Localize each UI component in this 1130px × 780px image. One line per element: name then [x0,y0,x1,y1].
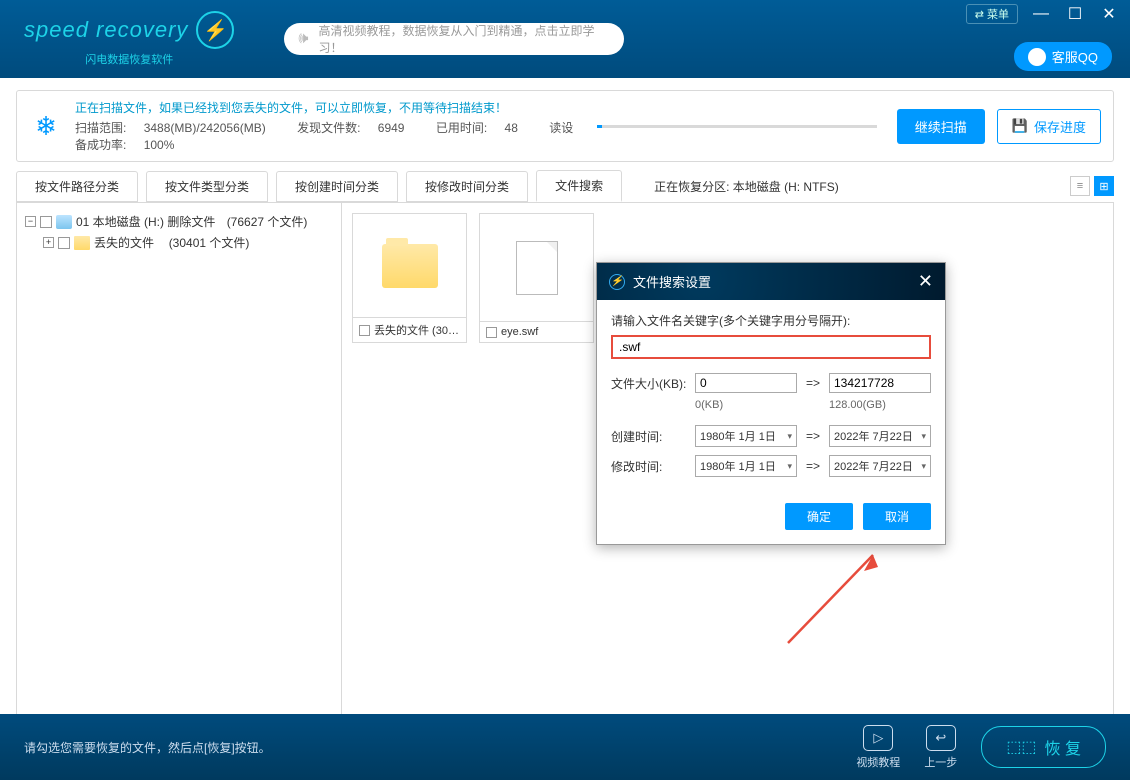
modify-from-picker[interactable]: 1980年 1月 1日▾ [695,455,797,477]
close-icon[interactable]: ✕ [918,271,933,292]
footer: 请勾选您需要恢复的文件，然后点[恢复]按钮。 ▷ 视频教程 ↩ 上一步 ⬚⬚ 恢… [0,714,1130,780]
view-toggle: ≡ ⊞ [1070,176,1114,196]
app-header: speed recovery ⚡ 闪电数据恢复软件 🕪 高清视频教程，数据恢复从… [0,0,1130,78]
file-item-folder[interactable]: 丢失的文件 (30… [352,213,467,343]
tab-search[interactable]: 文件搜索 [536,170,622,202]
logo-text: speed recovery [24,17,188,43]
file-checkbox[interactable] [359,325,370,336]
search-settings-dialog: ⚡ 文件搜索设置 ✕ 请输入文件名关键字(多个关键字用分号隔开): 文件大小(K… [596,262,946,545]
window-controls: ⇄ 菜单 — ☐ ✕ [966,4,1120,24]
create-time-label: 创建时间: [611,428,689,445]
recover-button[interactable]: ⬚⬚ 恢 复 [981,726,1106,768]
tab-create-time[interactable]: 按创建时间分类 [276,171,398,202]
recover-icon: ⬚⬚ [1006,737,1036,757]
size-from-input[interactable] [695,373,797,393]
tree-root[interactable]: − 01 本地磁盘 (H:) 删除文件 (76627 个文件) [25,211,333,232]
bolt-icon: ⚡ [609,274,625,290]
qq-support-button[interactable]: 客服QQ [1014,42,1112,71]
back-button[interactable]: ↩ 上一步 [924,725,957,770]
collapse-icon[interactable]: − [25,216,36,227]
modify-time-label: 修改时间: [611,458,689,475]
size-from-hint: 0(KB) [695,399,797,411]
partition-label: 正在恢复分区: 本地磁盘 (H: NTFS) [654,178,839,195]
arrow-label: => [803,376,823,390]
create-from-picker[interactable]: 1980年 1月 1日▾ [695,425,797,447]
folder-icon [74,236,90,250]
keyword-input[interactable] [611,335,931,359]
video-tutorial-button[interactable]: ▷ 视频教程 [856,725,900,770]
bolt-icon: ⚡ [196,11,234,49]
scan-progress [597,125,877,128]
save-progress-button[interactable]: 💾保存进度 [997,109,1101,144]
tree-checkbox[interactable] [58,237,70,249]
folder-icon [382,244,438,288]
save-icon: 💾 [1012,118,1028,134]
chevron-down-icon: ▾ [921,461,926,472]
cancel-button[interactable]: 取消 [863,503,931,530]
footer-hint: 请勾选您需要恢复的文件，然后点[恢复]按钮。 [24,739,271,756]
dialog-header: ⚡ 文件搜索设置 ✕ [597,263,945,300]
disk-icon [56,215,72,229]
size-label: 文件大小(KB): [611,375,689,392]
logo: speed recovery ⚡ 闪电数据恢复软件 [24,11,234,67]
back-icon: ↩ [926,725,956,751]
scan-status-bar: ❄ 正在扫描文件，如果已经找到您丢失的文件，可以立即恢复，不用等待扫描结束！ 扫… [16,90,1114,162]
menu-button[interactable]: ⇄ 菜单 [966,4,1018,24]
qq-icon [1028,48,1046,66]
ok-button[interactable]: 确定 [785,503,853,530]
tutorial-banner[interactable]: 🕪 高清视频教程，数据恢复从入门到精通，点击立即学习！ [284,23,624,55]
grid-view-button[interactable]: ⊞ [1094,176,1114,196]
scan-icon: ❄ [29,111,63,142]
scan-status-text: 正在扫描文件，如果已经找到您丢失的文件，可以立即恢复，不用等待扫描结束！ [75,99,577,116]
list-view-button[interactable]: ≡ [1070,176,1090,196]
maximize-button[interactable]: ☐ [1064,4,1086,24]
file-icon [516,241,558,295]
tree-checkbox[interactable] [40,216,52,228]
expand-icon[interactable]: + [43,237,54,248]
chevron-down-icon: ▾ [787,431,792,442]
chevron-down-icon: ▾ [921,431,926,442]
continue-scan-button[interactable]: 继续扫描 [897,109,985,144]
dialog-title: 文件搜索设置 [633,272,711,291]
scan-detail: 扫描范围: 3488(MB)/242056(MB) 发现文件数: 6949 已用… [75,119,577,153]
size-to-input[interactable] [829,373,931,393]
file-checkbox[interactable] [486,327,497,338]
play-icon: ▷ [863,725,893,751]
minimize-button[interactable]: — [1030,5,1052,23]
close-button[interactable]: ✕ [1098,4,1120,24]
keyword-label: 请输入文件名关键字(多个关键字用分号隔开): [611,312,931,329]
create-to-picker[interactable]: 2022年 7月22日▾ [829,425,931,447]
tab-path[interactable]: 按文件路径分类 [16,171,138,202]
tab-type[interactable]: 按文件类型分类 [146,171,268,202]
tutorial-text: 高清视频教程，数据恢复从入门到精通，点击立即学习！ [319,22,611,56]
tree-child[interactable]: + 丢失的文件 (30401 个文件) [43,232,333,253]
chevron-down-icon: ▾ [787,461,792,472]
speaker-icon: 🕪 [298,30,308,48]
size-to-hint: 128.00(GB) [829,399,931,411]
folder-tree: − 01 本地磁盘 (H:) 删除文件 (76627 个文件) + 丢失的文件 … [17,203,342,731]
modify-to-picker[interactable]: 2022年 7月22日▾ [829,455,931,477]
logo-subtitle: 闪电数据恢复软件 [85,51,173,67]
tab-modify-time[interactable]: 按修改时间分类 [406,171,528,202]
file-item-swf[interactable]: eye.swf [479,213,594,343]
content-area: − 01 本地磁盘 (H:) 删除文件 (76627 个文件) + 丢失的文件 … [16,202,1114,732]
tab-bar: 按文件路径分类 按文件类型分类 按创建时间分类 按修改时间分类 文件搜索 正在恢… [0,170,1130,202]
